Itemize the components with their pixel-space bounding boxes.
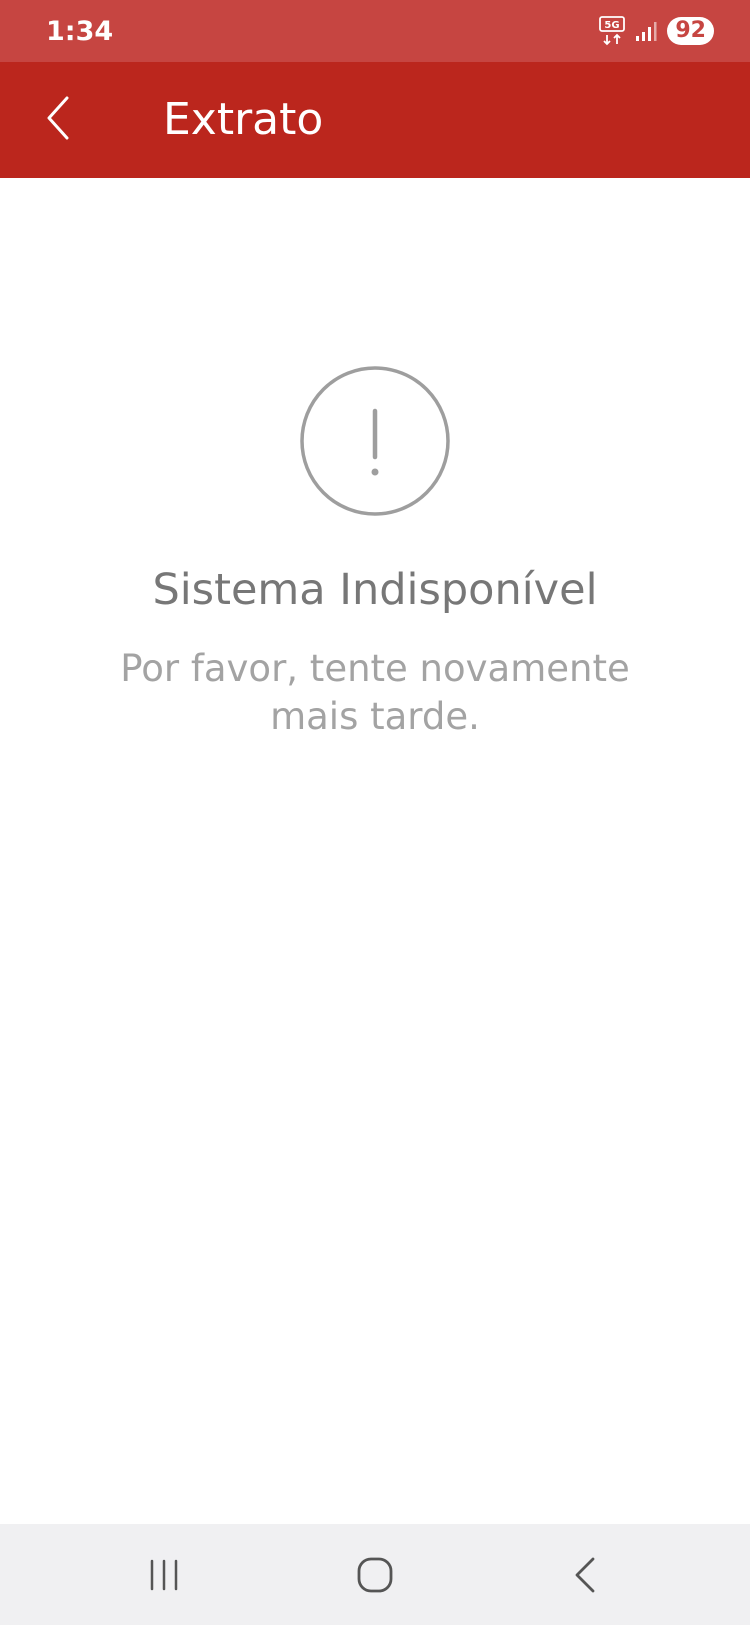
alert-circle-icon [300, 366, 450, 516]
system-back-button[interactable] [555, 1549, 615, 1601]
network-label: 5G [605, 20, 620, 31]
recents-icon [150, 1559, 178, 1591]
page-title: Extrato [163, 94, 324, 145]
error-title: Sistema Indisponível [152, 565, 598, 615]
status-bar: 1:34 5G 92 [0, 0, 750, 62]
battery-badge: 92 [667, 17, 714, 45]
home-icon [357, 1557, 393, 1593]
chevron-left-icon [47, 96, 69, 140]
status-time: 1:34 [46, 16, 114, 47]
back-icon [575, 1557, 595, 1593]
home-button[interactable] [345, 1549, 405, 1601]
5g-icon: 5G [599, 16, 626, 46]
back-button[interactable] [28, 88, 88, 148]
signal-icon [636, 22, 657, 41]
error-state: Sistema Indisponível Por favor, tente no… [0, 365, 750, 741]
app-bar: Extrato [0, 62, 750, 178]
screen: 1:34 5G 92 Extrato Sistema Indisponível … [0, 0, 750, 1625]
error-message: Por favor, tente novamente mais tarde. [120, 646, 630, 738]
navigation-bar [0, 1524, 750, 1625]
status-icons: 5G 92 [599, 14, 714, 48]
recents-button[interactable] [134, 1549, 194, 1601]
